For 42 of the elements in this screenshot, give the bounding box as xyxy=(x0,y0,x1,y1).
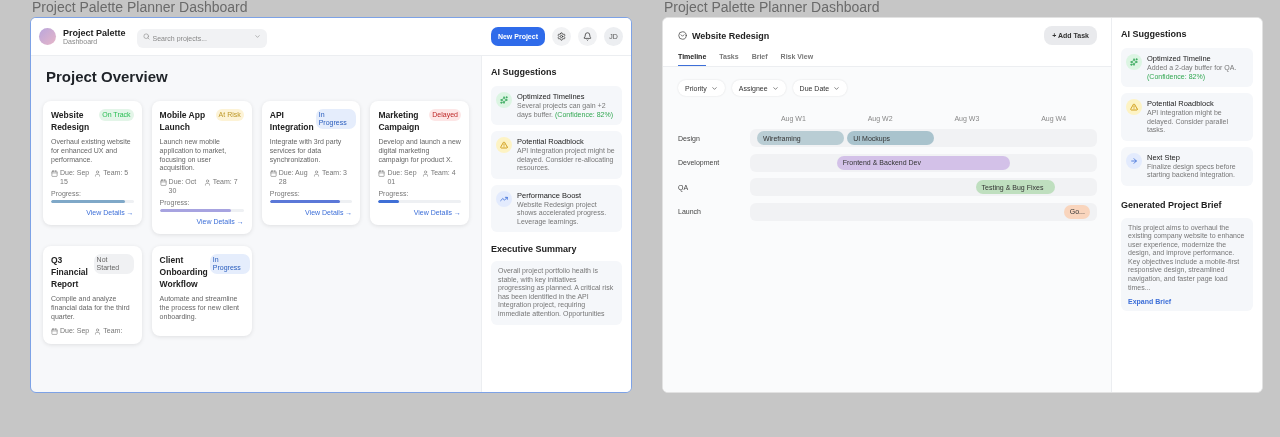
project-title: Q3 Financial Report xyxy=(51,254,89,291)
arrow-right-icon xyxy=(1126,152,1142,169)
calendar-icon xyxy=(378,170,386,178)
brand-name: Project Palette xyxy=(63,28,126,38)
circle-chevron-icon xyxy=(678,31,687,40)
sparkle-icon xyxy=(1126,54,1142,70)
warning-icon xyxy=(496,137,512,153)
calendar-icon xyxy=(51,170,58,178)
section-title: Generated Project Brief xyxy=(1121,199,1223,210)
section-title: AI Suggestions xyxy=(491,67,558,77)
calendar-icon xyxy=(159,179,167,187)
user-icon xyxy=(94,170,102,178)
bell-icon xyxy=(583,32,592,41)
window-caption: Project Palette Planner Dashboard xyxy=(32,0,249,17)
chevron-down-icon xyxy=(253,33,261,40)
project-title: Marketing Campaign xyxy=(378,109,421,133)
calendar-icon xyxy=(269,170,277,178)
section-title: Executive Summary xyxy=(491,244,578,254)
chevron-down-icon xyxy=(710,84,718,92)
gear-icon xyxy=(557,32,566,41)
settings-button[interactable] xyxy=(552,27,571,46)
project-title: Client Onboarding Workflow xyxy=(159,254,208,291)
user-icon xyxy=(421,170,429,178)
sparkle-icon xyxy=(496,92,512,108)
notifications-button[interactable] xyxy=(578,27,597,46)
user-icon xyxy=(94,327,102,335)
window-caption: Project Palette Planner Dashboard xyxy=(664,0,881,17)
section-title: AI Suggestions xyxy=(1121,29,1188,39)
page-title: Project Overview xyxy=(46,68,169,85)
chevron-down-icon xyxy=(833,84,841,92)
logo-icon xyxy=(39,28,56,45)
trend-icon xyxy=(496,190,512,207)
project-title: Mobile App Launch xyxy=(159,109,207,133)
chevron-down-icon xyxy=(771,84,779,92)
calendar-icon xyxy=(51,327,58,335)
project-title: Website Redesign xyxy=(692,30,770,41)
user-icon xyxy=(313,170,321,178)
project-title: API Integration xyxy=(269,109,314,133)
search-icon xyxy=(142,33,150,40)
warning-icon xyxy=(1126,99,1142,115)
user-icon xyxy=(203,179,211,187)
project-title: Website Redesign xyxy=(51,109,91,133)
